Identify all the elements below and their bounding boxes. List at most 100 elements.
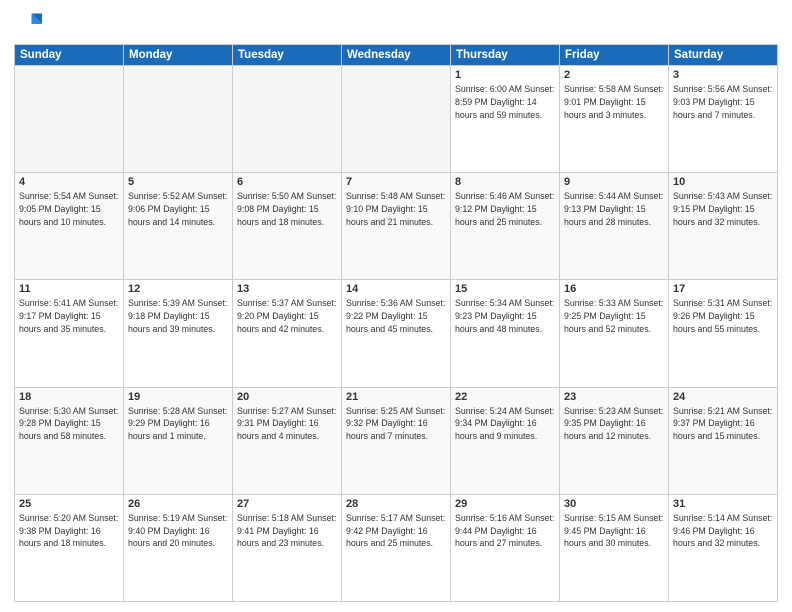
calendar-cell xyxy=(15,66,124,173)
day-number: 7 xyxy=(346,176,446,188)
day-number: 11 xyxy=(19,283,119,295)
day-info: Sunrise: 5:33 AM Sunset: 9:25 PM Dayligh… xyxy=(564,297,664,335)
weekday-header-monday: Monday xyxy=(124,45,233,66)
calendar-cell: 14 Sunrise: 5:36 AM Sunset: 9:22 PM Dayli… xyxy=(342,280,451,387)
calendar-week-row: 25 Sunrise: 5:20 AM Sunset: 9:38 PM Dayli… xyxy=(15,494,778,601)
calendar-cell: 31 Sunrise: 5:14 AM Sunset: 9:46 PM Dayli… xyxy=(669,494,778,601)
day-number: 20 xyxy=(237,391,337,403)
day-info: Sunrise: 5:48 AM Sunset: 9:10 PM Dayligh… xyxy=(346,190,446,228)
day-info: Sunrise: 5:18 AM Sunset: 9:41 PM Dayligh… xyxy=(237,512,337,550)
calendar-cell: 11 Sunrise: 5:41 AM Sunset: 9:17 PM Dayli… xyxy=(15,280,124,387)
day-number: 6 xyxy=(237,176,337,188)
calendar-cell: 29Sunrise: 5:16 AM Sunset: 9:44 PM Dayli… xyxy=(451,494,560,601)
day-info: Sunrise: 5:56 AM Sunset: 9:03 PM Dayligh… xyxy=(673,83,773,121)
calendar-cell: 5 Sunrise: 5:52 AM Sunset: 9:06 PM Daylig… xyxy=(124,173,233,280)
day-info: Sunrise: 5:34 AM Sunset: 9:23 PM Dayligh… xyxy=(455,297,555,335)
day-number: 22 xyxy=(455,391,555,403)
calendar-cell: 19 Sunrise: 5:28 AM Sunset: 9:29 PM Dayli… xyxy=(124,387,233,494)
weekday-header-friday: Friday xyxy=(560,45,669,66)
calendar-cell: 4Sunrise: 5:54 AM Sunset: 9:05 PM Daylig… xyxy=(15,173,124,280)
day-info: Sunrise: 5:14 AM Sunset: 9:46 PM Dayligh… xyxy=(673,512,773,550)
day-number: 25 xyxy=(19,498,119,510)
day-info: Sunrise: 5:41 AM Sunset: 9:17 PM Dayligh… xyxy=(19,297,119,335)
logo xyxy=(14,10,46,38)
day-number: 13 xyxy=(237,283,337,295)
calendar-week-row: 11 Sunrise: 5:41 AM Sunset: 9:17 PM Dayli… xyxy=(15,280,778,387)
day-info: Sunrise: 5:23 AM Sunset: 9:35 PM Dayligh… xyxy=(564,405,664,443)
day-number: 10 xyxy=(673,176,773,188)
calendar-cell: 3 Sunrise: 5:56 AM Sunset: 9:03 PM Daylig… xyxy=(669,66,778,173)
day-number: 17 xyxy=(673,283,773,295)
calendar-week-row: 4Sunrise: 5:54 AM Sunset: 9:05 PM Daylig… xyxy=(15,173,778,280)
calendar-cell xyxy=(342,66,451,173)
day-number: 8 xyxy=(455,176,555,188)
day-info: Sunrise: 5:27 AM Sunset: 9:31 PM Dayligh… xyxy=(237,405,337,443)
day-info: Sunrise: 5:44 AM Sunset: 9:13 PM Dayligh… xyxy=(564,190,664,228)
day-number: 31 xyxy=(673,498,773,510)
day-info: Sunrise: 5:25 AM Sunset: 9:32 PM Dayligh… xyxy=(346,405,446,443)
calendar-cell: 24Sunrise: 5:21 AM Sunset: 9:37 PM Dayli… xyxy=(669,387,778,494)
calendar-cell: 12 Sunrise: 5:39 AM Sunset: 9:18 PM Dayli… xyxy=(124,280,233,387)
day-info: Sunrise: 5:58 AM Sunset: 9:01 PM Dayligh… xyxy=(564,83,664,121)
day-info: Sunrise: 5:24 AM Sunset: 9:34 PM Dayligh… xyxy=(455,405,555,443)
day-number: 2 xyxy=(564,69,664,81)
calendar-cell: 28 Sunrise: 5:17 AM Sunset: 9:42 PM Dayli… xyxy=(342,494,451,601)
calendar-cell: 1 Sunrise: 6:00 AM Sunset: 8:59 PM Daylig… xyxy=(451,66,560,173)
day-info: Sunrise: 5:15 AM Sunset: 9:45 PM Dayligh… xyxy=(564,512,664,550)
day-number: 28 xyxy=(346,498,446,510)
day-number: 4 xyxy=(19,176,119,188)
calendar-cell: 7 Sunrise: 5:48 AM Sunset: 9:10 PM Daylig… xyxy=(342,173,451,280)
weekday-header-saturday: Saturday xyxy=(669,45,778,66)
calendar-table: SundayMondayTuesdayWednesdayThursdayFrid… xyxy=(14,44,778,602)
day-number: 16 xyxy=(564,283,664,295)
calendar-cell: 20 Sunrise: 5:27 AM Sunset: 9:31 PM Dayli… xyxy=(233,387,342,494)
day-number: 23 xyxy=(564,391,664,403)
day-number: 27 xyxy=(237,498,337,510)
calendar-cell: 18Sunrise: 5:30 AM Sunset: 9:28 PM Dayli… xyxy=(15,387,124,494)
day-number: 19 xyxy=(128,391,228,403)
calendar-week-row: 1 Sunrise: 6:00 AM Sunset: 8:59 PM Daylig… xyxy=(15,66,778,173)
day-number: 12 xyxy=(128,283,228,295)
day-info: Sunrise: 5:30 AM Sunset: 9:28 PM Dayligh… xyxy=(19,405,119,443)
calendar-cell: 15 Sunrise: 5:34 AM Sunset: 9:23 PM Dayli… xyxy=(451,280,560,387)
day-number: 15 xyxy=(455,283,555,295)
day-info: Sunrise: 5:37 AM Sunset: 9:20 PM Dayligh… xyxy=(237,297,337,335)
calendar-cell: 21Sunrise: 5:25 AM Sunset: 9:32 PM Dayli… xyxy=(342,387,451,494)
calendar-cell: 6 Sunrise: 5:50 AM Sunset: 9:08 PM Daylig… xyxy=(233,173,342,280)
calendar-cell: 8 Sunrise: 5:46 AM Sunset: 9:12 PM Daylig… xyxy=(451,173,560,280)
day-info: Sunrise: 5:39 AM Sunset: 9:18 PM Dayligh… xyxy=(128,297,228,335)
day-info: Sunrise: 5:36 AM Sunset: 9:22 PM Dayligh… xyxy=(346,297,446,335)
weekday-header-thursday: Thursday xyxy=(451,45,560,66)
day-info: Sunrise: 5:50 AM Sunset: 9:08 PM Dayligh… xyxy=(237,190,337,228)
calendar-cell: 13 Sunrise: 5:37 AM Sunset: 9:20 PM Dayli… xyxy=(233,280,342,387)
calendar-cell: 26Sunrise: 5:19 AM Sunset: 9:40 PM Dayli… xyxy=(124,494,233,601)
calendar-cell xyxy=(233,66,342,173)
calendar-cell: 22 Sunrise: 5:24 AM Sunset: 9:34 PM Dayli… xyxy=(451,387,560,494)
weekday-header-sunday: Sunday xyxy=(15,45,124,66)
day-number: 3 xyxy=(673,69,773,81)
calendar-cell: 17 Sunrise: 5:31 AM Sunset: 9:26 PM Dayli… xyxy=(669,280,778,387)
day-info: Sunrise: 5:19 AM Sunset: 9:40 PM Dayligh… xyxy=(128,512,228,550)
day-info: Sunrise: 5:52 AM Sunset: 9:06 PM Dayligh… xyxy=(128,190,228,228)
calendar-page: SundayMondayTuesdayWednesdayThursdayFrid… xyxy=(0,0,792,612)
day-info: Sunrise: 5:17 AM Sunset: 9:42 PM Dayligh… xyxy=(346,512,446,550)
weekday-header-wednesday: Wednesday xyxy=(342,45,451,66)
calendar-cell xyxy=(124,66,233,173)
day-info: Sunrise: 6:00 AM Sunset: 8:59 PM Dayligh… xyxy=(455,83,555,121)
calendar-cell: 25 Sunrise: 5:20 AM Sunset: 9:38 PM Dayli… xyxy=(15,494,124,601)
calendar-header xyxy=(14,10,778,38)
weekday-header-row: SundayMondayTuesdayWednesdayThursdayFrid… xyxy=(15,45,778,66)
calendar-cell: 9 Sunrise: 5:44 AM Sunset: 9:13 PM Daylig… xyxy=(560,173,669,280)
day-number: 14 xyxy=(346,283,446,295)
day-number: 1 xyxy=(455,69,555,81)
day-number: 5 xyxy=(128,176,228,188)
day-number: 29 xyxy=(455,498,555,510)
day-info: Sunrise: 5:43 AM Sunset: 9:15 PM Dayligh… xyxy=(673,190,773,228)
day-info: Sunrise: 5:46 AM Sunset: 9:12 PM Dayligh… xyxy=(455,190,555,228)
day-info: Sunrise: 5:28 AM Sunset: 9:29 PM Dayligh… xyxy=(128,405,228,443)
day-info: Sunrise: 5:20 AM Sunset: 9:38 PM Dayligh… xyxy=(19,512,119,550)
day-info: Sunrise: 5:31 AM Sunset: 9:26 PM Dayligh… xyxy=(673,297,773,335)
calendar-cell: 16 Sunrise: 5:33 AM Sunset: 9:25 PM Dayli… xyxy=(560,280,669,387)
calendar-cell: 30Sunrise: 5:15 AM Sunset: 9:45 PM Dayli… xyxy=(560,494,669,601)
day-number: 9 xyxy=(564,176,664,188)
